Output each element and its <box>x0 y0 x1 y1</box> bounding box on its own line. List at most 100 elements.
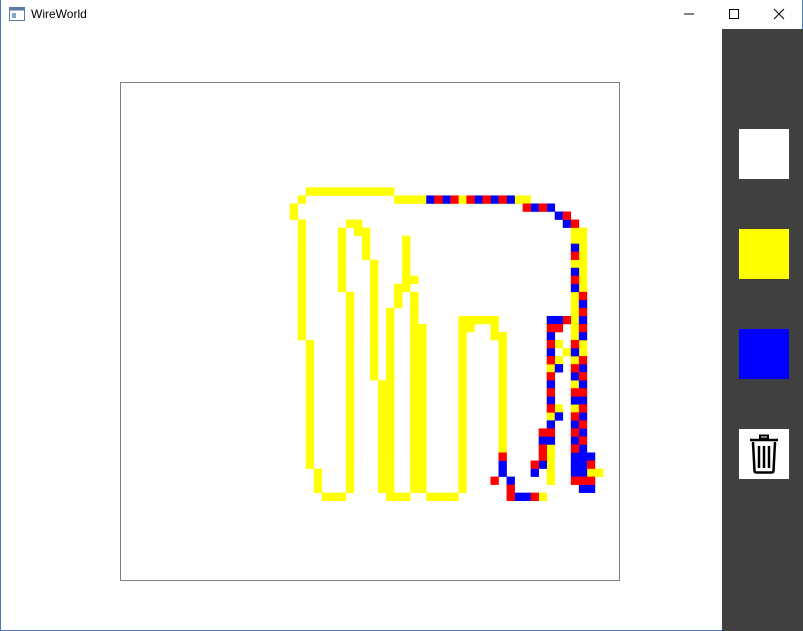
conductor-cell[interactable] <box>386 468 395 477</box>
conductor-cell[interactable] <box>345 452 355 461</box>
conductor-cell[interactable] <box>394 291 403 301</box>
conductor-cell[interactable] <box>289 203 299 212</box>
conductor-cell[interactable] <box>458 364 467 373</box>
conductor-cell[interactable] <box>370 267 379 277</box>
conductor-cell[interactable] <box>345 476 355 485</box>
conductor-cell[interactable] <box>458 428 467 437</box>
conductor-cell[interactable] <box>410 444 419 453</box>
conductor-cell[interactable] <box>370 291 379 301</box>
electron-tail-cell[interactable] <box>530 460 539 469</box>
conductor-cell[interactable] <box>297 299 307 309</box>
electron-head-cell[interactable] <box>554 412 564 421</box>
wireworld-grid[interactable] <box>120 82 620 581</box>
minimize-button[interactable] <box>666 0 712 29</box>
conductor-cell[interactable] <box>402 259 411 269</box>
conductor-cell[interactable] <box>578 283 588 293</box>
conductor-cell[interactable] <box>458 436 467 445</box>
electron-head-cell[interactable] <box>546 436 556 445</box>
conductor-cell[interactable] <box>361 227 371 236</box>
conductor-cell[interactable] <box>370 323 379 333</box>
conductor-cell[interactable] <box>337 275 347 285</box>
electron-head-cell[interactable] <box>562 219 572 228</box>
conductor-cell[interactable] <box>410 396 419 405</box>
conductor-cell[interactable] <box>402 492 411 501</box>
conductor-cell[interactable] <box>498 420 507 429</box>
conductor-cell[interactable] <box>418 356 427 365</box>
conductor-cell[interactable] <box>386 452 395 461</box>
conductor-cell[interactable] <box>458 460 467 469</box>
conductor-cell[interactable] <box>418 195 427 204</box>
electron-head-cell[interactable] <box>554 211 564 220</box>
conductor-cell[interactable] <box>538 492 548 501</box>
conductor-cell[interactable] <box>305 452 315 461</box>
conductor-cell[interactable] <box>418 380 427 389</box>
electron-tail-cell[interactable] <box>530 492 539 501</box>
conductor-cell[interactable] <box>458 404 467 413</box>
conductor-cell[interactable] <box>402 283 411 293</box>
conductor-cell[interactable] <box>345 460 355 469</box>
conductor-cell[interactable] <box>570 332 580 341</box>
conductor-cell[interactable] <box>386 476 395 485</box>
conductor-cell[interactable] <box>458 195 467 204</box>
electron-head-cell[interactable] <box>578 396 588 405</box>
conductor-cell[interactable] <box>297 259 307 269</box>
conductor-cell[interactable] <box>305 356 315 365</box>
conductor-cell[interactable] <box>498 404 507 413</box>
conductor-cell[interactable] <box>337 243 347 252</box>
conductor-cell[interactable] <box>378 476 387 485</box>
electron-tail-cell[interactable] <box>570 251 580 261</box>
electron-head-cell[interactable] <box>570 267 580 277</box>
conductor-cell[interactable] <box>386 404 395 413</box>
conductor-cell[interactable] <box>410 452 419 461</box>
conductor-cell[interactable] <box>570 404 580 413</box>
electron-tail-cell[interactable] <box>546 340 556 349</box>
conductor-cell[interactable] <box>498 436 507 445</box>
conductor-cell[interactable] <box>546 468 556 477</box>
electron-head-cell[interactable] <box>578 364 588 373</box>
conductor-cell[interactable] <box>386 307 395 317</box>
conductor-cell[interactable] <box>345 396 355 405</box>
electron-tail-cell[interactable] <box>538 203 548 212</box>
conductor-cell[interactable] <box>345 364 355 373</box>
electron-tail-cell[interactable] <box>578 356 588 365</box>
conductor-cell[interactable] <box>370 299 379 309</box>
conductor-cell[interactable] <box>386 356 395 365</box>
conductor-cell[interactable] <box>578 243 588 252</box>
electron-head-cell[interactable] <box>554 315 564 325</box>
conductor-cell[interactable] <box>570 323 580 333</box>
conductor-cell[interactable] <box>458 396 467 405</box>
conductor-cell[interactable] <box>578 259 588 269</box>
conductor-cell[interactable] <box>410 484 419 493</box>
conductor-cell[interactable] <box>410 468 419 477</box>
electron-tail-cell[interactable] <box>434 195 443 204</box>
conductor-cell[interactable] <box>345 444 355 453</box>
electron-head-tool-button[interactable] <box>739 329 789 379</box>
conductor-cell[interactable] <box>410 420 419 429</box>
conductor-cell[interactable] <box>418 348 427 357</box>
conductor-cell[interactable] <box>370 187 379 196</box>
electron-head-cell[interactable] <box>546 380 556 389</box>
electron-head-cell[interactable] <box>578 444 588 453</box>
conductor-cell[interactable] <box>386 444 395 453</box>
conductor-cell[interactable] <box>482 315 491 325</box>
electron-tail-cell[interactable] <box>546 356 556 365</box>
conductor-cell[interactable] <box>418 323 427 333</box>
conductor-cell[interactable] <box>345 356 355 365</box>
conductor-cell[interactable] <box>370 275 379 285</box>
conductor-cell[interactable] <box>370 283 379 293</box>
conductor-cell[interactable] <box>378 444 387 453</box>
conductor-cell[interactable] <box>410 323 419 333</box>
conductor-cell[interactable] <box>410 380 419 389</box>
conductor-cell[interactable] <box>498 356 507 365</box>
conductor-cell[interactable] <box>570 380 580 389</box>
conductor-cell[interactable] <box>386 380 395 389</box>
conductor-cell[interactable] <box>458 452 467 461</box>
conductor-cell[interactable] <box>418 460 427 469</box>
conductor-cell[interactable] <box>386 428 395 437</box>
conductor-cell[interactable] <box>378 428 387 437</box>
electron-tail-cell[interactable] <box>450 195 459 204</box>
conductor-cell[interactable] <box>305 388 315 397</box>
conductor-cell[interactable] <box>410 460 419 469</box>
conductor-cell[interactable] <box>361 235 371 244</box>
conductor-cell[interactable] <box>458 484 467 493</box>
